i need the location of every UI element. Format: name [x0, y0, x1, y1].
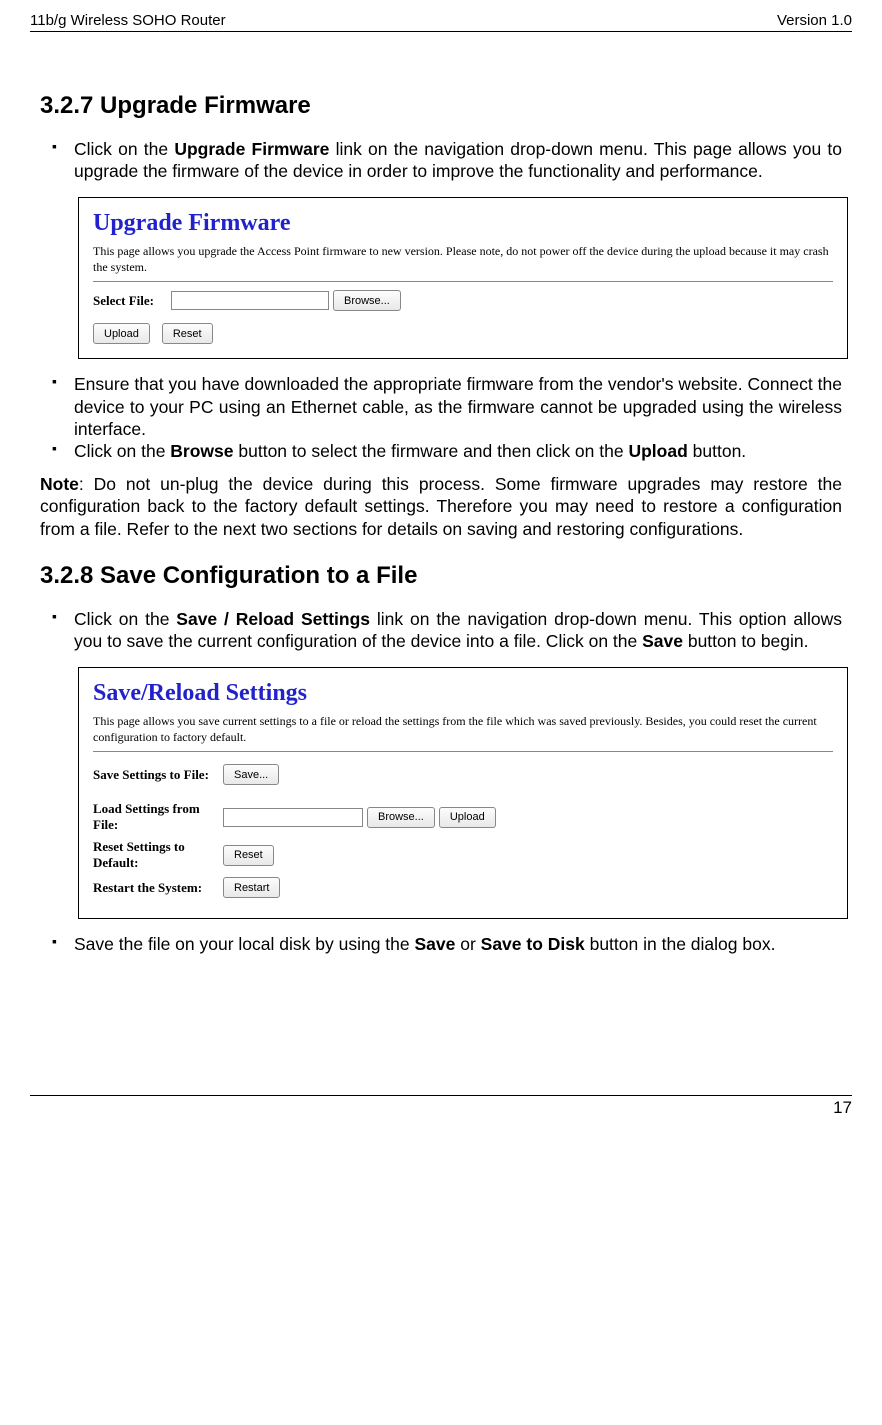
- select-file-label: Select File:: [93, 293, 171, 309]
- s327-note: Note: Do not un-plug the device during t…: [40, 473, 842, 540]
- doc-header: 11b/g Wireless SOHO Router Version 1.0: [30, 12, 852, 32]
- save-settings-button[interactable]: Save...: [223, 764, 279, 785]
- shot1-desc: This page allows you upgrade the Access …: [93, 243, 833, 275]
- shot1-title: Upgrade Firmware: [93, 210, 833, 237]
- s328-p2: Save the file on your local disk by usin…: [74, 933, 842, 955]
- shot2-desc: This page allows you save current settin…: [93, 713, 833, 745]
- s327-p2: Ensure that you have downloaded the appr…: [74, 373, 842, 440]
- reset-button[interactable]: Reset: [162, 323, 213, 344]
- shot2-divider: [93, 751, 833, 752]
- section-328-title: 3.2.8 Save Configuration to a File: [40, 562, 842, 590]
- shot1-divider: [93, 281, 833, 282]
- s327-p1: Click on the Upgrade Firmware link on th…: [74, 138, 842, 183]
- reset-default-button[interactable]: Reset: [223, 845, 274, 866]
- restart-button[interactable]: Restart: [223, 877, 280, 898]
- header-left: 11b/g Wireless SOHO Router: [30, 12, 226, 29]
- s328-p1: Click on the Save / Reload Settings link…: [74, 608, 842, 653]
- page-number: 17: [833, 1098, 852, 1117]
- browse-button[interactable]: Browse...: [333, 290, 401, 311]
- shot2-title: Save/Reload Settings: [93, 680, 833, 707]
- s327-p3: Click on the Browse button to select the…: [74, 440, 842, 462]
- upload-button[interactable]: Upload: [93, 323, 150, 344]
- load-upload-button[interactable]: Upload: [439, 807, 496, 828]
- select-file-input[interactable]: [171, 291, 329, 310]
- load-settings-input[interactable]: [223, 808, 363, 827]
- upgrade-firmware-screenshot: Upgrade Firmware This page allows you up…: [78, 197, 848, 359]
- header-right: Version 1.0: [777, 12, 852, 29]
- save-reload-screenshot: Save/Reload Settings This page allows yo…: [78, 667, 848, 919]
- section-327-title: 3.2.7 Upgrade Firmware: [40, 92, 842, 120]
- reset-default-label: Reset Settings to Default:: [93, 839, 223, 871]
- page-footer: 17: [30, 1095, 852, 1118]
- load-settings-label: Load Settings from File:: [93, 801, 223, 833]
- restart-system-label: Restart the System:: [93, 880, 223, 896]
- save-settings-label: Save Settings to File:: [93, 767, 223, 783]
- upgrade-firmware-link-text: Upgrade Firmware: [174, 139, 329, 159]
- load-browse-button[interactable]: Browse...: [367, 807, 435, 828]
